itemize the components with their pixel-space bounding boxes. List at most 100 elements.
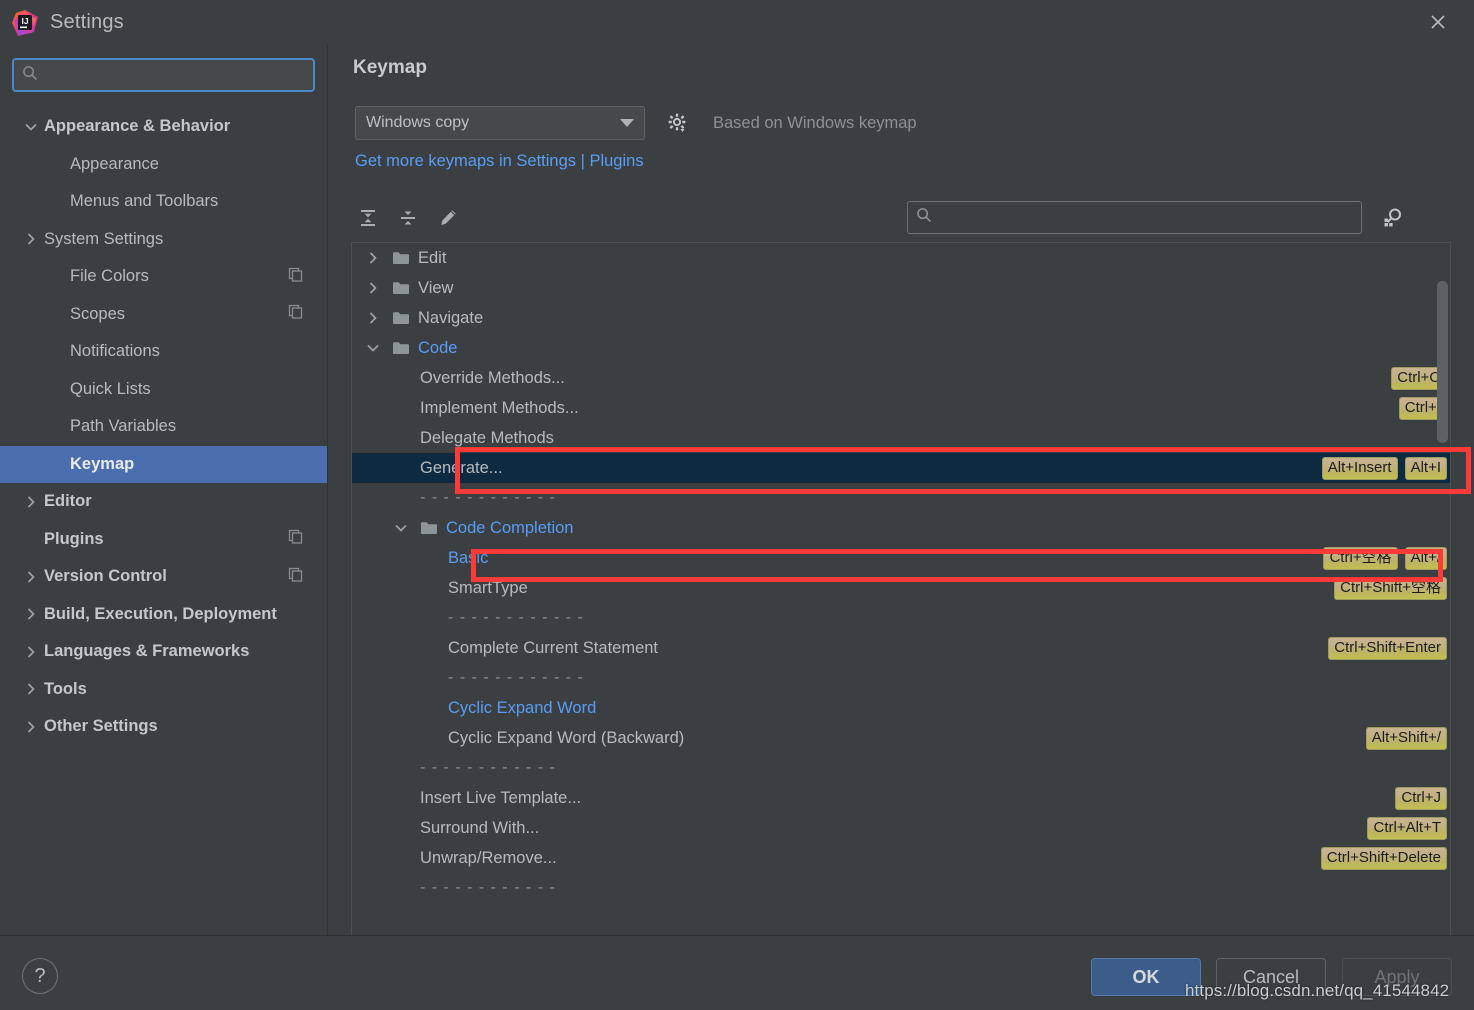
- twisty-placeholder: [392, 369, 410, 387]
- sidebar-item-version-control[interactable]: Version Control: [0, 558, 327, 596]
- chevron-right-icon[interactable]: [18, 231, 44, 247]
- gear-icon[interactable]: [665, 110, 691, 136]
- find-by-shortcut-icon[interactable]: [1377, 201, 1409, 233]
- copy-settings-icon[interactable]: [288, 267, 303, 287]
- shortcut-search-box[interactable]: [907, 201, 1362, 234]
- tree-group-row[interactable]: View: [352, 273, 1450, 303]
- tree-action-row[interactable]: Generate... Alt+Insert Alt+I: [352, 453, 1450, 483]
- twisty-placeholder: [420, 579, 438, 597]
- keymap-select[interactable]: Windows copy: [355, 106, 645, 140]
- sidebar-item-tools[interactable]: Tools: [0, 671, 327, 709]
- twisty-placeholder: [420, 729, 438, 747]
- settings-search-box[interactable]: [12, 58, 315, 92]
- folder-icon: [392, 310, 410, 326]
- folder-icon: [420, 520, 438, 536]
- sidebar-item-notifications[interactable]: Notifications: [0, 333, 327, 371]
- tree-action-row[interactable]: Cyclic Expand Word (Backward) Alt+Shift+/: [352, 723, 1450, 753]
- twisty-placeholder: [420, 699, 438, 717]
- keymap-tree-toolbar: [351, 195, 1451, 241]
- chevron-right-icon[interactable]: [18, 606, 44, 622]
- tree-separator: - - - - - - - - - - - -: [352, 873, 1450, 903]
- chevron-down-icon[interactable]: [392, 519, 410, 537]
- sidebar-item-label: System Settings: [44, 229, 164, 248]
- separator-dashes: - - - - - - - - - - - -: [420, 879, 556, 896]
- chevron-right-icon[interactable]: [18, 681, 44, 697]
- chevron-right-icon[interactable]: [18, 644, 44, 660]
- edit-pencil-icon[interactable]: [431, 201, 465, 235]
- twisty-placeholder: [392, 879, 410, 897]
- tree-group-row[interactable]: Navigate: [352, 303, 1450, 333]
- sidebar-item-quick-lists[interactable]: Quick Lists: [0, 371, 327, 409]
- tree-action-row[interactable]: Unwrap/Remove... Ctrl+Shift+Delete: [352, 843, 1450, 873]
- tree-vertical-scrollbar[interactable]: [1437, 245, 1448, 944]
- tree-action-row[interactable]: Cyclic Expand Word: [352, 693, 1450, 723]
- shortcut-badge: Alt+Shift+/: [1365, 726, 1447, 750]
- copy-settings-icon[interactable]: [288, 567, 303, 587]
- tree-row-label: Insert Live Template...: [420, 788, 582, 807]
- copy-settings-icon[interactable]: [288, 304, 303, 324]
- chevron-down-icon: [620, 119, 634, 127]
- sidebar-item-label: File Colors: [70, 267, 149, 286]
- twisty-placeholder: [420, 549, 438, 567]
- sidebar-item-appearance-behavior[interactable]: Appearance & Behavior: [0, 108, 327, 146]
- sidebar-item-scopes[interactable]: Scopes: [0, 296, 327, 334]
- chevron-right-icon[interactable]: [364, 309, 382, 327]
- tree-action-row[interactable]: SmartType Ctrl+Shift+空格: [352, 573, 1450, 603]
- get-more-keymaps-link[interactable]: Get more keymaps in Settings | Plugins: [355, 152, 644, 171]
- separator-dashes: - - - - - - - - - - - -: [448, 669, 584, 686]
- twisty-placeholder: [392, 759, 410, 777]
- sidebar-item-keymap[interactable]: Keymap: [0, 445, 327, 483]
- tree-action-row[interactable]: Delegate Methods: [352, 423, 1450, 453]
- sidebar-item-label: Notifications: [70, 342, 160, 361]
- chevron-down-icon[interactable]: [364, 339, 382, 357]
- copy-settings-icon[interactable]: [288, 529, 303, 549]
- tree-scrollbar-thumb[interactable]: [1437, 281, 1448, 443]
- chevron-right-icon[interactable]: [18, 494, 44, 510]
- tree-group-row[interactable]: Code Completion: [352, 513, 1450, 543]
- chevron-right-icon[interactable]: [364, 279, 382, 297]
- sidebar-item-appearance[interactable]: Appearance: [0, 146, 327, 184]
- sidebar-item-other-settings[interactable]: Other Settings: [0, 708, 327, 746]
- collapse-all-icon[interactable]: [391, 201, 425, 235]
- tree-action-row[interactable]: Surround With... Ctrl+Alt+T: [352, 813, 1450, 843]
- sidebar-item-plugins[interactable]: Plugins: [0, 521, 327, 559]
- close-icon[interactable]: [1420, 6, 1456, 38]
- shortcut-list: Ctrl+空格 Alt+/: [1323, 546, 1450, 570]
- shortcut-badge: Alt+Insert: [1321, 456, 1398, 480]
- chevron-down-icon[interactable]: [18, 119, 44, 135]
- sidebar-item-languages-frameworks[interactable]: Languages & Frameworks: [0, 633, 327, 671]
- tree-group-row[interactable]: Edit: [352, 243, 1450, 273]
- sidebar-item-label: Editor: [44, 492, 92, 511]
- sidebar-item-label: Scopes: [70, 304, 126, 323]
- search-icon: [916, 207, 932, 228]
- shortcut-search-input[interactable]: [938, 208, 1353, 227]
- tree-separator: - - - - - - - - - - - -: [352, 483, 1450, 513]
- chevron-right-icon[interactable]: [364, 249, 382, 267]
- sidebar-item-path-variables[interactable]: Path Variables: [0, 408, 327, 446]
- twisty-placeholder: [392, 459, 410, 477]
- search-input[interactable]: [45, 60, 305, 90]
- sidebar-item-menus-and-toolbars[interactable]: Menus and Toolbars: [0, 183, 327, 221]
- keymap-select-value: Windows copy: [366, 114, 470, 131]
- tree-action-row[interactable]: Implement Methods... Ctrl+I: [352, 393, 1450, 423]
- help-button[interactable]: ?: [22, 958, 58, 994]
- expand-all-icon[interactable]: [351, 201, 385, 235]
- tree-action-row[interactable]: Basic Ctrl+空格 Alt+/: [352, 543, 1450, 573]
- chevron-right-icon[interactable]: [18, 569, 44, 585]
- tree-action-row[interactable]: Complete Current Statement Ctrl+Shift+Ent…: [352, 633, 1450, 663]
- sidebar-item-build-execution-deployment[interactable]: Build, Execution, Deployment: [0, 596, 327, 634]
- tree-row-label: Delegate Methods: [420, 428, 554, 447]
- chevron-right-icon[interactable]: [18, 719, 44, 735]
- sidebar-item-file-colors[interactable]: File Colors: [0, 258, 327, 296]
- separator-dashes: - - - - - - - - - - - -: [420, 489, 556, 506]
- tree-group-row[interactable]: Code: [352, 333, 1450, 363]
- keymap-tree[interactable]: Edit View Navigate Code Override Methods... C…: [351, 242, 1451, 945]
- tree-action-row[interactable]: Insert Live Template... Ctrl+J: [352, 783, 1450, 813]
- sidebar-item-editor[interactable]: Editor: [0, 483, 327, 521]
- tree-action-row[interactable]: Override Methods... Ctrl+O: [352, 363, 1450, 393]
- shortcut-list: Alt+Insert Alt+I: [1321, 456, 1450, 480]
- sidebar-item-system-settings[interactable]: System Settings: [0, 221, 327, 259]
- twisty-placeholder: [392, 849, 410, 867]
- sidebar-item-label: Quick Lists: [70, 379, 151, 398]
- settings-dialog: IJ Settings Appearance & Behavior Appeara…: [0, 0, 1474, 1010]
